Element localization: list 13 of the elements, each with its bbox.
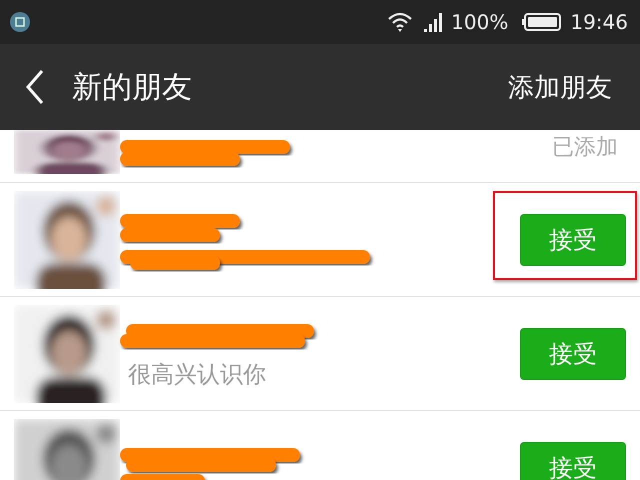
accept-button[interactable]: 接受 (520, 328, 626, 380)
added-status: 已添加 (552, 134, 618, 162)
request-message: 很高兴认识你 (128, 360, 267, 390)
friend-request-row[interactable]: 已添加 (0, 130, 640, 183)
friend-request-row[interactable]: 接受 (0, 183, 640, 297)
battery-percent: 100% (451, 10, 508, 34)
add-friends-link[interactable]: 添加朋友 (508, 70, 612, 104)
friend-request-row[interactable]: 接受 (0, 411, 640, 480)
page-title: 新的朋友 (72, 68, 193, 106)
accept-button[interactable]: 接受 (520, 442, 626, 480)
friend-request-row[interactable]: 很高兴认识你 接受 (0, 297, 640, 411)
accept-button[interactable]: 接受 (520, 214, 626, 266)
clock: 19:46 (570, 10, 628, 34)
